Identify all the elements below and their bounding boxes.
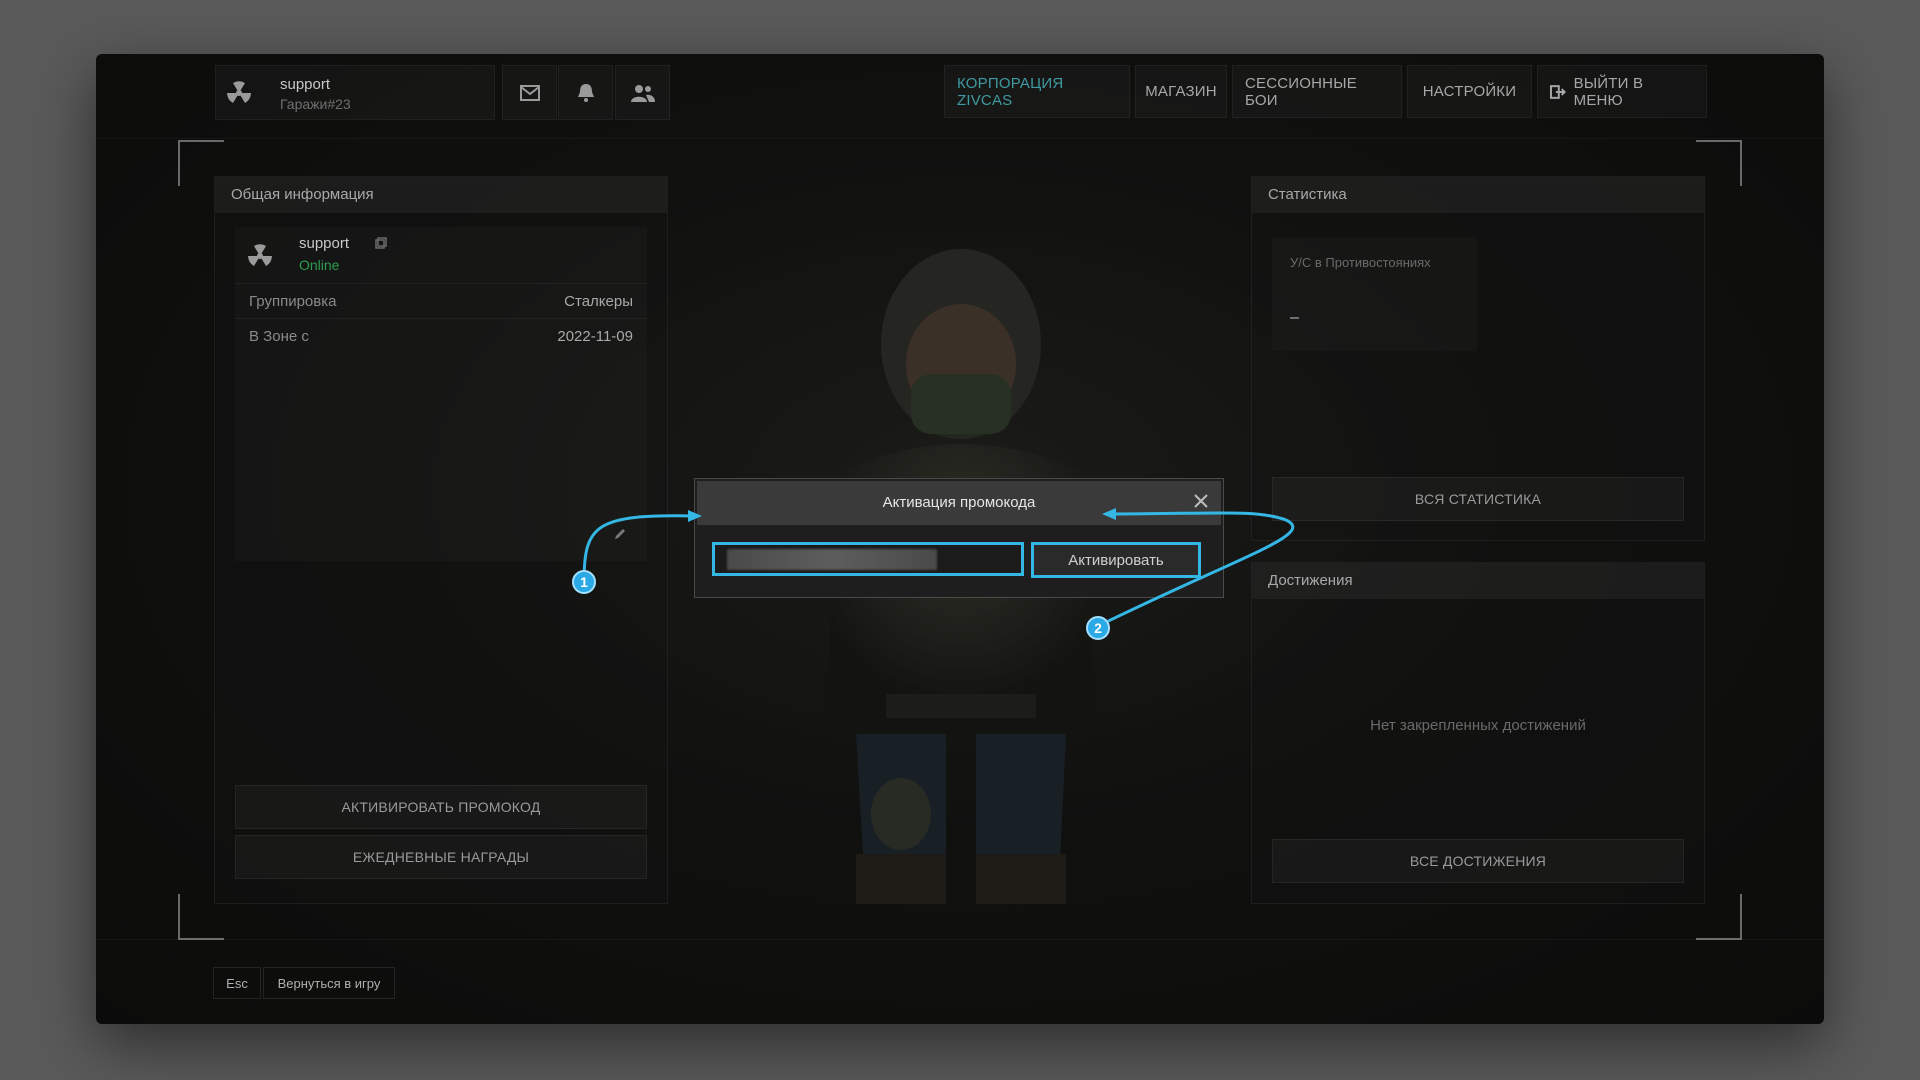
faction-key: Группировка [249, 293, 337, 310]
activate-button[interactable]: Активировать [1031, 542, 1201, 578]
all-achievements-button[interactable]: ВСЕ ДОСТИЖЕНИЯ [1272, 839, 1684, 883]
info-row-since: В Зоне с 2022-11-09 [235, 318, 647, 353]
notifications-button[interactable] [558, 65, 613, 120]
player-name: support [299, 235, 350, 252]
nav-corporation[interactable]: КОРПОРАЦИЯ ZIVCAS [944, 65, 1130, 118]
kd-value: – [1290, 309, 1299, 326]
achievements-empty: Нет закрепленных достижений [1370, 717, 1586, 734]
blurred-code [727, 549, 937, 570]
player-status: Online [299, 257, 340, 273]
mail-button[interactable] [502, 65, 557, 120]
promo-modal: Активация промокода [694, 478, 1224, 598]
kd-label: У/С в Противостояниях [1290, 255, 1431, 270]
promo-modal-title: Активация промокода [697, 481, 1221, 525]
since-value: 2022-11-09 [557, 328, 633, 345]
nav-settings[interactable]: НАСТРОЙКИ [1407, 65, 1532, 118]
daily-rewards-button[interactable]: ЕЖЕДНЕВНЫЕ НАГРАДЫ [235, 835, 647, 879]
user-chip[interactable]: support Гаражи#23 [215, 65, 495, 120]
edit-icon[interactable] [613, 527, 627, 541]
kd-card: У/С в Противостояниях – [1272, 237, 1477, 351]
footer-divider [96, 939, 1824, 940]
copy-icon[interactable] [375, 237, 387, 249]
nav-exit-label: ВЫЙТИ В МЕНЮ [1573, 74, 1644, 109]
activate-promo-button[interactable]: АКТИВИРОВАТЬ ПРОМОКОД [235, 785, 647, 829]
radiation-icon [227, 81, 251, 103]
close-icon[interactable] [1193, 493, 1209, 509]
achievements-panel: Достижения Нет закрепленных достижений В… [1251, 562, 1705, 904]
achievements-title: Достижения [1252, 563, 1704, 599]
marker-2: 2 [1086, 616, 1110, 640]
statistics-title: Статистика [1252, 177, 1704, 213]
info-row-faction: Группировка Сталкеры [235, 283, 647, 318]
faction-value: Сталкеры [564, 293, 633, 310]
general-info-title: Общая информация [215, 177, 667, 213]
marker-1: 1 [572, 570, 596, 594]
general-info-panel: Общая информация support Online Группиро… [214, 176, 668, 904]
friends-button[interactable] [615, 65, 670, 120]
user-name: support [280, 76, 331, 93]
since-key: В Зоне с [249, 328, 309, 345]
profile-card: support Online Группировка Сталкеры В Зо… [235, 227, 647, 561]
radiation-icon [248, 244, 272, 266]
bell-icon [577, 83, 594, 102]
statistics-panel: Статистика У/С в Противостояниях – ВСЯ С… [1251, 176, 1705, 541]
promo-code-input[interactable] [712, 542, 1024, 576]
nav-exit-menu[interactable]: ВЫЙТИ В МЕНЮ [1537, 65, 1707, 118]
user-location: Гаражи#23 [280, 96, 351, 112]
users-icon [630, 84, 655, 102]
nav-session-battles[interactable]: СЕССИОННЫЕ БОИ [1232, 65, 1402, 118]
game-window: support Гаражи#23 КОРПОРАЦИЯ ZIVCAS МАГА… [96, 54, 1824, 1024]
nav-shop[interactable]: МАГАЗИН [1135, 65, 1227, 118]
exit-icon [1550, 84, 1566, 99]
top-bar: support Гаражи#23 КОРПОРАЦИЯ ZIVCAS МАГА… [96, 54, 1824, 139]
mail-icon [519, 84, 540, 101]
all-statistics-button[interactable]: ВСЯ СТАТИСТИКА [1272, 477, 1684, 521]
esc-key[interactable]: Esc [213, 967, 261, 999]
back-to-game-button[interactable]: Вернуться в игру [263, 967, 395, 999]
